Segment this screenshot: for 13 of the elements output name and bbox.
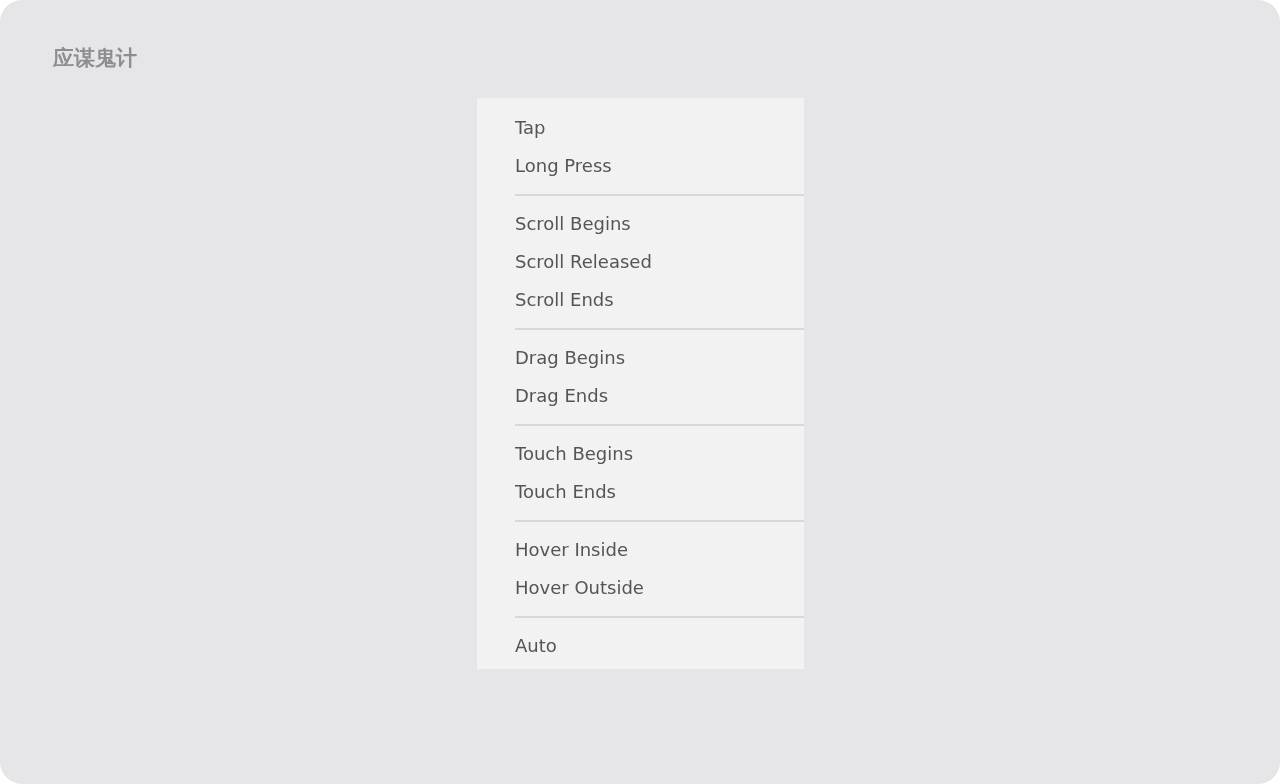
menu-item[interactable]: Tap (515, 117, 546, 139)
menu-item[interactable]: Hover Outside (515, 577, 644, 599)
menu-item[interactable]: Scroll Ends (515, 289, 614, 311)
menu-item[interactable]: Drag Begins (515, 347, 626, 369)
slide-title: 应谋鬼计 (53, 44, 137, 72)
menu-item[interactable]: Long Press (515, 155, 612, 177)
menu-item[interactable]: Auto (515, 635, 557, 657)
menu-item[interactable]: Scroll Begins (515, 213, 631, 235)
menu-item[interactable]: Touch Ends (515, 481, 616, 503)
menu-item[interactable]: Touch Begins (515, 443, 634, 465)
menu-item[interactable]: Scroll Released (515, 251, 652, 273)
menu-item[interactable]: Drag Ends (515, 385, 609, 407)
menu-item[interactable]: Hover Inside (515, 539, 628, 561)
